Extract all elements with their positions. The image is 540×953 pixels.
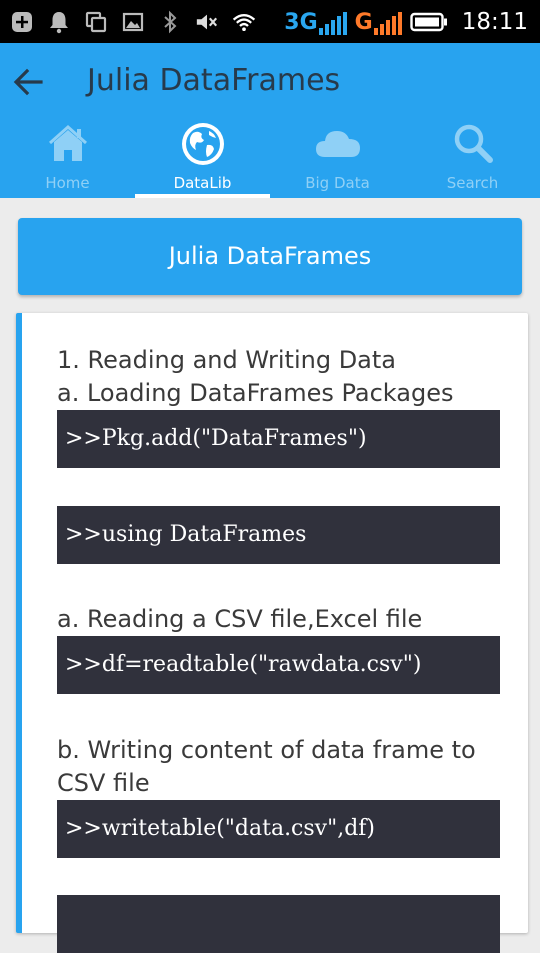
tab-home[interactable]: Home [0, 115, 135, 198]
battery-icon [410, 10, 448, 34]
content-card: 1. Reading and Writing Data a. Loading D… [16, 313, 528, 953]
tab-home-label: Home [45, 174, 90, 192]
signal-bars-icon [373, 11, 402, 35]
code-block: >>Pkg.add("DataFrames") [57, 410, 500, 468]
subsection-heading: b. Writing content of data frame to [57, 736, 476, 764]
mute-icon [195, 10, 219, 34]
tab-search[interactable]: Search [405, 115, 540, 198]
network-3g-indicator: 3G [284, 10, 347, 35]
image-icon [121, 10, 145, 34]
network-g-indicator: G [355, 10, 402, 35]
status-bar: 3G G 18:11 [0, 0, 540, 43]
tab-bar: Home DataLib Big Data Search [0, 115, 540, 198]
screen-copy-icon [84, 10, 108, 34]
search-icon [450, 121, 496, 167]
code-block [57, 895, 500, 953]
tab-big-data[interactable]: Big Data [270, 115, 405, 198]
section-header-button[interactable]: Julia DataFrames [18, 218, 522, 295]
code-block: >>df=readtable("rawdata.csv") [57, 636, 500, 694]
app-title: Julia DataFrames [87, 63, 341, 98]
subsection-heading-continued: CSV file [57, 769, 150, 797]
subsection-heading: a. Reading a CSV file,Excel file [57, 605, 423, 633]
code-block: >>writetable("data.csv",df) [57, 800, 500, 858]
back-arrow-icon[interactable] [12, 65, 46, 99]
cloud-icon [313, 121, 363, 167]
add-notification-icon [10, 10, 34, 34]
bluetooth-icon [158, 10, 182, 34]
app-bar: Julia DataFrames Home DataLib Big Data S… [0, 43, 540, 198]
tab-datalib-label: DataLib [173, 174, 232, 192]
clock: 18:11 [461, 9, 528, 35]
subsection-heading: a. Loading DataFrames Packages [57, 379, 454, 407]
wifi-icon [232, 10, 256, 34]
home-icon [46, 121, 90, 167]
code-block: >>using DataFrames [57, 506, 500, 564]
alarm-bell-icon [47, 10, 71, 34]
tab-big-data-label: Big Data [305, 174, 370, 192]
section-heading: 1. Reading and Writing Data [57, 346, 396, 374]
tab-datalib[interactable]: DataLib [135, 115, 270, 198]
signal-bars-icon [318, 11, 347, 35]
tab-search-label: Search [446, 174, 499, 192]
globe-icon [180, 121, 226, 167]
